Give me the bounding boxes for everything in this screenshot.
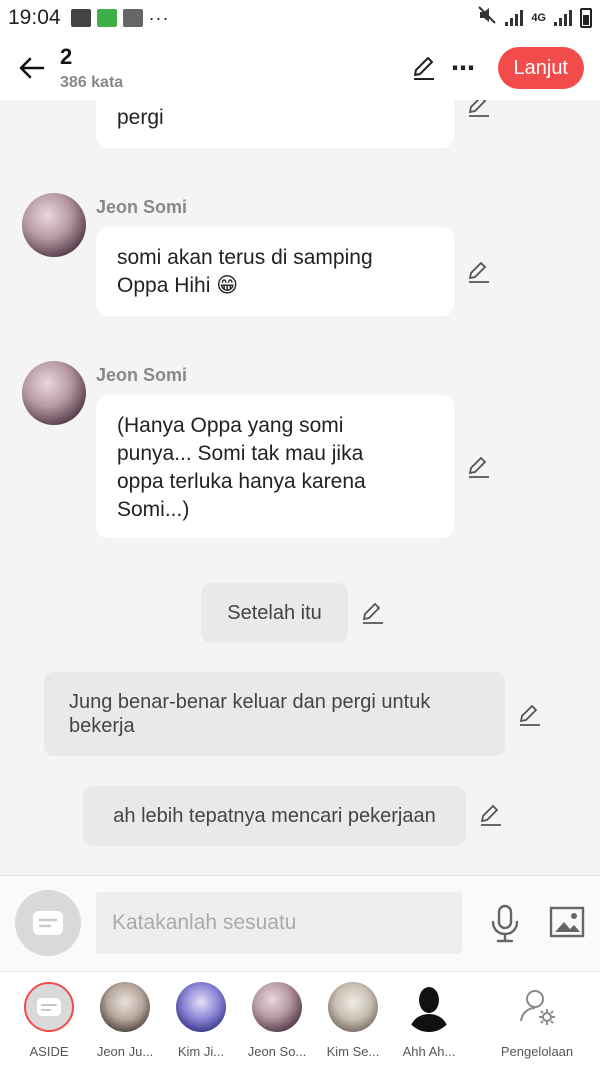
dialog-text-line: punya... Somi tak mau jika	[117, 442, 364, 465]
dialog-bubble[interactable]: pergi	[96, 100, 454, 148]
character-label: Jeon Ju...	[96, 1044, 154, 1059]
app-header: 2 386 kata ⋯ Lanjut	[0, 36, 600, 100]
character-aside[interactable]: ASIDE	[11, 982, 87, 1059]
narration-text: ah lebih tepatnya mencari pekerjaan	[113, 805, 436, 827]
manage-characters-button[interactable]: Pengelolaan	[496, 982, 578, 1059]
character-kim-ji[interactable]: Kim Ji...	[163, 982, 239, 1059]
aside-toggle-button[interactable]	[15, 890, 81, 956]
character-label: Pengelolaan	[500, 1044, 574, 1059]
narration-bubble[interactable]: ah lebih tepatnya mencari pekerjaan	[83, 786, 466, 846]
character-label: Jeon So...	[247, 1044, 307, 1059]
dialog-text-line: Somi...)	[117, 498, 190, 521]
continue-button[interactable]: Lanjut	[497, 47, 584, 89]
character-avatar	[252, 982, 302, 1032]
narration-bubble[interactable]: Setelah itu	[201, 583, 348, 643]
edit-message-icon[interactable]	[466, 100, 492, 118]
character-kim-se[interactable]: Kim Se...	[315, 982, 391, 1059]
page-title: 2	[60, 44, 73, 69]
title-block: 2 386 kata	[60, 44, 123, 92]
narration-bubble[interactable]: Jung benar-benar keluar dan pergi untuk …	[44, 672, 505, 756]
avatar-jeon-somi[interactable]	[22, 361, 86, 425]
pencil-icon[interactable]	[404, 48, 444, 88]
status-bar: 19:04 ··· 4G	[0, 0, 600, 36]
more-notifications-icon: ···	[148, 7, 170, 28]
signal-icon	[505, 10, 524, 26]
speaker-name: Jeon Somi	[96, 365, 188, 385]
dialog-text: pergi	[117, 106, 164, 129]
character-label: Kim Se...	[326, 1044, 380, 1059]
gallery-notification-icon	[70, 9, 91, 27]
speaker-name: Jeon Somi	[96, 197, 188, 217]
more-icon[interactable]: ⋯	[444, 48, 484, 88]
battery-icon	[580, 8, 592, 28]
message-notification-icon	[122, 9, 143, 27]
character-label: Kim Ji...	[177, 1044, 225, 1059]
narration-text-line: bekerja	[69, 715, 135, 737]
edit-message-icon[interactable]	[466, 453, 492, 479]
network-type: 4G	[531, 12, 546, 24]
status-time: 19:04	[8, 6, 61, 29]
dialog-bubble[interactable]: (Hanya Oppa yang somi punya... Somi tak …	[96, 395, 454, 538]
character-avatar	[176, 982, 226, 1032]
dialog-bubble[interactable]: somi akan terus di samping Oppa Hihi 😁	[96, 227, 454, 316]
dialog-text-line: somi akan terus di samping	[117, 246, 373, 269]
story-chat-area[interactable]: pergi Jeon Somi somi akan terus di sampi…	[0, 100, 600, 875]
character-selector: ASIDE Jeon Ju... Kim Ji... Jeon So... Ki…	[0, 971, 600, 1067]
character-ahh-ah[interactable]: Ahh Ah...	[391, 982, 467, 1059]
aside-icon	[33, 911, 63, 935]
dialog-text-line: oppa terluka hanya karena	[117, 470, 366, 493]
message-input[interactable]	[96, 892, 462, 954]
money-app-notification-icon	[96, 9, 117, 27]
manage-icon	[512, 982, 562, 1032]
edit-message-icon[interactable]	[360, 599, 386, 625]
edit-message-icon[interactable]	[466, 258, 492, 284]
input-bar	[0, 875, 600, 971]
microphone-icon[interactable]	[488, 904, 522, 944]
edit-message-icon[interactable]	[517, 701, 543, 727]
back-arrow-icon[interactable]	[12, 48, 52, 88]
dialog-text-line: Oppa Hihi 😁	[117, 274, 239, 297]
word-count: 386 kata	[60, 74, 124, 91]
character-jeon-ju[interactable]: Jeon Ju...	[87, 982, 163, 1059]
character-jeon-so[interactable]: Jeon So...	[239, 982, 315, 1059]
narration-text-line: Jung benar-benar keluar dan pergi untuk	[69, 691, 431, 713]
aside-icon	[37, 998, 61, 1016]
dialog-text-line: (Hanya Oppa yang somi	[117, 414, 344, 437]
signal-icon-2	[554, 10, 572, 26]
edit-message-icon[interactable]	[478, 801, 504, 827]
character-avatar	[404, 982, 454, 1032]
character-avatar	[100, 982, 150, 1032]
character-label: ASIDE	[29, 1044, 69, 1059]
mute-icon	[477, 5, 497, 31]
avatar-jeon-somi[interactable]	[22, 193, 86, 257]
image-icon[interactable]	[549, 906, 585, 938]
character-label: Ahh Ah...	[402, 1044, 456, 1059]
aside-avatar	[24, 982, 74, 1032]
narration-text: Setelah itu	[227, 602, 322, 624]
character-avatar	[328, 982, 378, 1032]
